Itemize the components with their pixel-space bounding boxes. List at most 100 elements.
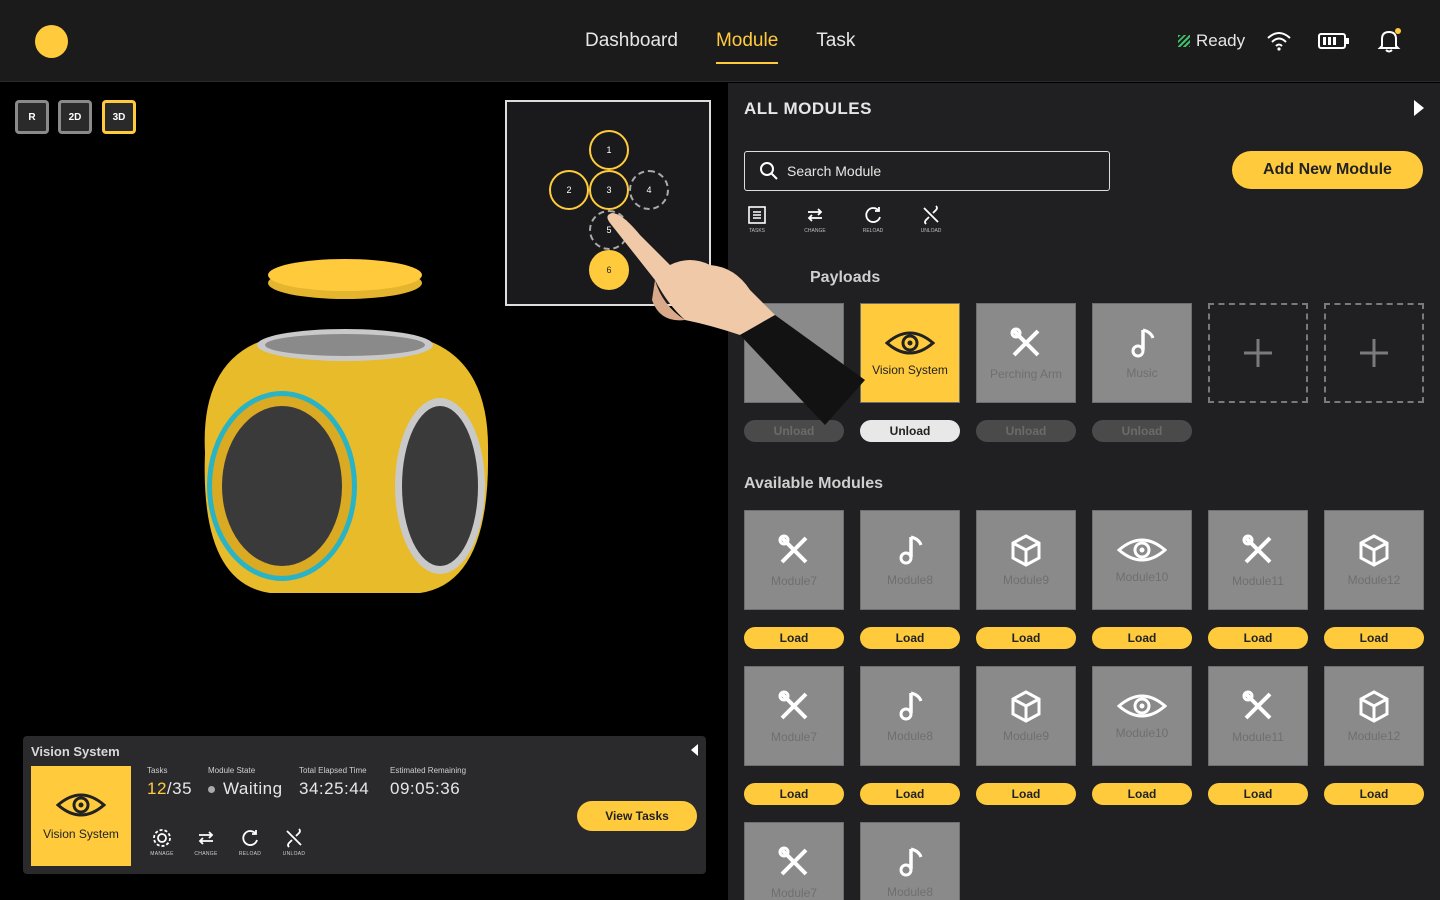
state-dot bbox=[208, 786, 215, 794]
module-tile[interactable]: Module12 bbox=[1324, 510, 1424, 610]
load-button[interactable]: Load bbox=[744, 783, 844, 805]
payload-unload-button-1[interactable]: Unload bbox=[744, 420, 844, 442]
slot-node-6[interactable]: 6 bbox=[589, 250, 629, 290]
module-tile[interactable]: Module7 bbox=[744, 666, 844, 766]
tool-tasks[interactable]: TASKS bbox=[742, 205, 772, 234]
module-tile[interactable]: Module9 bbox=[976, 510, 1076, 610]
gear-icon bbox=[153, 829, 171, 847]
tool-tasks-caption: TASKS bbox=[748, 228, 766, 234]
payload-unload-button-vision-system[interactable]: Unload bbox=[860, 420, 960, 442]
load-button[interactable]: Load bbox=[1092, 783, 1192, 805]
slot-node-5[interactable]: 5 bbox=[589, 210, 629, 250]
load-button[interactable]: Load bbox=[1208, 783, 1308, 805]
payload-name: Music bbox=[1126, 366, 1158, 380]
active-module-card[interactable]: Vision System bbox=[31, 766, 131, 866]
view-mode-3d[interactable]: 3D bbox=[102, 100, 136, 134]
music-icon bbox=[899, 691, 923, 721]
add-new-module-button[interactable]: Add New Module bbox=[1232, 151, 1423, 189]
view-mode-2d[interactable]: 2D bbox=[58, 100, 92, 134]
view-mode-r[interactable]: R bbox=[15, 100, 49, 134]
module-name: Module12 bbox=[1347, 729, 1401, 743]
payload-unload-button-music[interactable]: Unload bbox=[1092, 420, 1192, 442]
cube-icon bbox=[1011, 690, 1041, 723]
module-name: Module7 bbox=[770, 574, 818, 588]
tool-reload[interactable]: RELOAD bbox=[858, 205, 888, 234]
expand-arrow-icon[interactable] bbox=[1414, 100, 1424, 116]
module-tile[interactable]: Module12 bbox=[1324, 666, 1424, 766]
module-tile[interactable]: Module10 bbox=[1092, 510, 1192, 610]
module-tile[interactable]: Module11 bbox=[1208, 666, 1308, 766]
elapsed-metric: Total Elapsed Time 34:25:44 bbox=[299, 766, 369, 799]
reload-icon bbox=[865, 207, 881, 223]
status-label: Ready bbox=[1196, 31, 1246, 50]
collapse-icon[interactable] bbox=[691, 744, 698, 756]
change-action[interactable]: CHANGE bbox=[191, 828, 221, 857]
module-tile[interactable]: Module8 bbox=[860, 666, 960, 766]
load-button[interactable]: Load bbox=[744, 627, 844, 649]
logo[interactable] bbox=[35, 25, 68, 58]
state-metric: Module State Waiting bbox=[208, 766, 283, 799]
module-name: Module12 bbox=[1347, 573, 1401, 587]
load-button[interactable]: Load bbox=[1324, 783, 1424, 805]
load-button[interactable]: Load bbox=[860, 783, 960, 805]
nav-task[interactable]: Task bbox=[816, 30, 855, 64]
load-button[interactable]: Load bbox=[976, 627, 1076, 649]
payload-tile-1[interactable] bbox=[744, 303, 844, 403]
empty-payload-slot[interactable] bbox=[1208, 303, 1308, 403]
viewport-3d[interactable]: R 2D 3D 1 2 3 4 5 6 Vision System Vision… bbox=[0, 83, 728, 900]
tool-change[interactable]: CHANGE bbox=[800, 205, 830, 234]
module-tile[interactable]: Module9 bbox=[976, 666, 1076, 766]
main-nav: Dashboard Module Task bbox=[585, 30, 855, 64]
remaining-value: 09:05:36 bbox=[390, 779, 461, 798]
search-box[interactable] bbox=[744, 151, 1110, 191]
wifi-icon[interactable] bbox=[1266, 28, 1292, 54]
load-button[interactable]: Load bbox=[1092, 627, 1192, 649]
payload-name: Perching Arm bbox=[989, 367, 1063, 381]
load-button[interactable]: Load bbox=[1324, 627, 1424, 649]
unlink-icon bbox=[923, 205, 939, 225]
tools-icon bbox=[778, 534, 808, 564]
load-button[interactable]: Load bbox=[1208, 627, 1308, 649]
top-bar: Dashboard Module Task Ready bbox=[0, 0, 1440, 82]
payload-unload-button-perching-arm[interactable]: Unload bbox=[976, 420, 1076, 442]
payload-tile-music[interactable]: Music bbox=[1092, 303, 1192, 403]
empty-payload-slot[interactable] bbox=[1324, 303, 1424, 403]
payload-tile-perching-arm[interactable]: Perching Arm bbox=[976, 303, 1076, 403]
tools-icon bbox=[778, 846, 808, 876]
search-input[interactable] bbox=[787, 163, 1087, 179]
slot-node-2[interactable]: 2 bbox=[549, 170, 589, 210]
slot-node-1[interactable]: 1 bbox=[589, 130, 629, 170]
module-name: Module10 bbox=[1115, 570, 1169, 584]
bell-icon[interactable] bbox=[1376, 28, 1402, 54]
manage-caption: MANAGE bbox=[150, 851, 174, 857]
eye-icon bbox=[1117, 694, 1167, 718]
module-tile[interactable]: Module8 bbox=[860, 822, 960, 900]
slot-node-4[interactable]: 4 bbox=[629, 170, 669, 210]
manage-action[interactable]: MANAGE bbox=[147, 828, 177, 857]
load-button[interactable]: Load bbox=[976, 783, 1076, 805]
tasks-total: /35 bbox=[166, 779, 193, 798]
module-tile[interactable]: Module7 bbox=[744, 822, 844, 900]
unload-caption: UNLOAD bbox=[282, 851, 306, 857]
payload-tile-vision-system[interactable]: Vision System bbox=[860, 303, 960, 403]
module-tile[interactable]: Module8 bbox=[860, 510, 960, 610]
tool-change-caption: CHANGE bbox=[804, 228, 826, 234]
battery-icon[interactable] bbox=[1318, 28, 1350, 54]
music-icon bbox=[899, 847, 923, 877]
tool-unload-caption: UNLOAD bbox=[920, 228, 942, 234]
tools-icon bbox=[1010, 327, 1040, 357]
tool-unload[interactable]: UNLOAD bbox=[916, 205, 946, 234]
slot-node-3[interactable]: 3 bbox=[589, 170, 629, 210]
remaining-label: Estimated Remaining bbox=[390, 766, 467, 775]
nav-module[interactable]: Module bbox=[715, 30, 779, 64]
nav-dashboard[interactable]: Dashboard bbox=[585, 30, 678, 64]
module-tile[interactable]: Module10 bbox=[1092, 666, 1192, 766]
module-name: Module9 bbox=[1002, 573, 1050, 587]
unload-action[interactable]: UNLOAD bbox=[279, 828, 309, 857]
view-tasks-button[interactable]: View Tasks bbox=[577, 801, 697, 831]
load-button[interactable]: Load bbox=[860, 627, 960, 649]
module-tile[interactable]: Module11 bbox=[1208, 510, 1308, 610]
robot-cube-model[interactable] bbox=[190, 253, 500, 613]
module-tile[interactable]: Module7 bbox=[744, 510, 844, 610]
reload-action[interactable]: RELOAD bbox=[235, 828, 265, 857]
